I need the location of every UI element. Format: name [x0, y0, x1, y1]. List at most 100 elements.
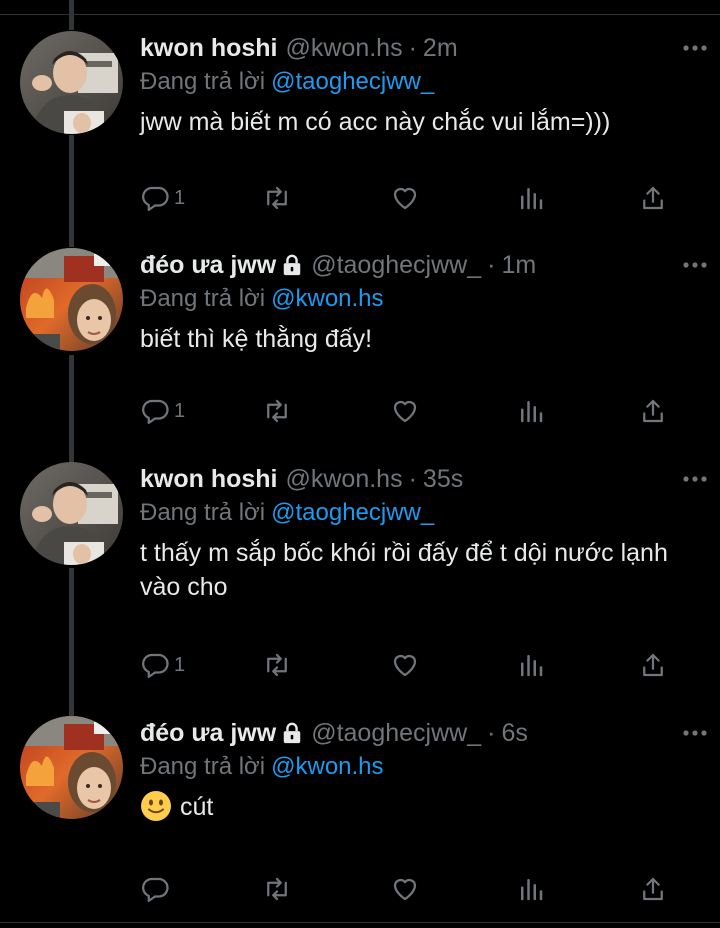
timestamp[interactable]: 2m — [423, 34, 458, 63]
reply-prefix: Đang trả lời — [140, 499, 266, 526]
tweet-text-container: cút — [140, 790, 700, 824]
top-divider — [0, 0, 720, 15]
reply-mention[interactable]: @kwon.hs — [271, 753, 383, 781]
reply-context: Đang trả lời @kwon.hs — [140, 282, 700, 316]
user-handle[interactable]: @taoghecjww_ — [311, 719, 481, 748]
reply-prefix: Đang trả lời — [140, 68, 266, 95]
retweet-icon — [267, 877, 287, 901]
share-icon — [643, 653, 663, 677]
reply-button[interactable]: 1 — [140, 181, 185, 215]
avatar[interactable] — [20, 31, 123, 134]
tweet-actions — [140, 872, 680, 906]
more-options-icon[interactable] — [680, 462, 710, 496]
reply-button[interactable]: 1 — [140, 394, 185, 428]
reply-prefix: Đang trả lời — [140, 753, 266, 780]
retweet-icon — [267, 399, 287, 423]
share-button[interactable] — [638, 181, 668, 215]
thread-connector — [69, 568, 74, 716]
display-name[interactable]: đéo ưa jww — [140, 251, 276, 280]
tweet-header: kwon hoshi @kwon.hs · 35s — [140, 462, 700, 496]
views-button[interactable] — [516, 648, 546, 682]
reply-icon — [142, 877, 169, 902]
tweet-actions: 1 — [140, 394, 680, 428]
more-options-icon[interactable] — [680, 248, 710, 282]
timestamp[interactable]: 6s — [501, 719, 527, 748]
tweet-actions: 1 — [140, 181, 680, 215]
analytics-icon — [521, 401, 543, 423]
reply-mention[interactable]: @taoghecjww_ — [271, 499, 434, 527]
reply-context: Đang trả lời @kwon.hs — [140, 750, 700, 784]
heart-icon — [393, 654, 417, 677]
bottom-divider — [0, 922, 720, 928]
reply-icon — [142, 186, 169, 211]
thread-connector — [69, 0, 74, 30]
analytics-icon — [521, 655, 543, 677]
retweet-button[interactable] — [262, 648, 292, 682]
timestamp[interactable]: 1m — [501, 251, 536, 280]
avatar[interactable] — [20, 716, 123, 819]
retweet-button[interactable] — [262, 181, 292, 215]
reply-prefix: Đang trả lời — [140, 285, 266, 312]
share-icon — [643, 186, 663, 210]
views-button[interactable] — [516, 394, 546, 428]
tweet-text: cút — [180, 793, 214, 821]
display-name[interactable]: kwon hoshi — [140, 465, 278, 494]
like-button[interactable] — [390, 394, 420, 428]
display-name[interactable]: đéo ưa jww — [140, 719, 276, 748]
user-handle[interactable]: @kwon.hs — [286, 465, 403, 494]
reply-context: Đang trả lời @taoghecjww_ — [140, 65, 700, 99]
tweet-header: đéo ưa jww @taoghecjww_ · 1m — [140, 248, 700, 282]
separator-dot: · — [408, 33, 417, 62]
retweet-button[interactable] — [262, 872, 292, 906]
views-button[interactable] — [516, 872, 546, 906]
avatar[interactable] — [20, 248, 123, 351]
reply-button[interactable]: 1 — [140, 648, 185, 682]
display-name[interactable]: kwon hoshi — [140, 34, 278, 63]
slightly-smiling-face-icon — [141, 791, 171, 822]
reply-icon — [142, 653, 169, 678]
analytics-icon — [521, 879, 543, 901]
separator-dot: · — [408, 464, 417, 493]
separator-dot: · — [487, 250, 496, 279]
share-icon — [643, 399, 663, 423]
user-handle[interactable]: @taoghecjww_ — [311, 251, 481, 280]
lock-icon — [283, 254, 301, 276]
share-icon — [643, 877, 663, 901]
like-button[interactable] — [390, 648, 420, 682]
heart-icon — [393, 187, 417, 210]
reply-count: 1 — [174, 186, 186, 209]
more-options-icon[interactable] — [680, 716, 710, 750]
reply-context: Đang trả lời @taoghecjww_ — [140, 496, 700, 530]
like-button[interactable] — [390, 872, 420, 906]
tweet-header: kwon hoshi @kwon.hs · 2m — [140, 31, 700, 65]
reply-count: 1 — [174, 399, 186, 422]
separator-dot: · — [487, 718, 496, 747]
retweet-button[interactable] — [262, 394, 292, 428]
like-button[interactable] — [390, 181, 420, 215]
analytics-icon — [521, 188, 543, 210]
retweet-icon — [267, 653, 287, 677]
tweet-actions: 1 — [140, 648, 680, 682]
reply-button[interactable] — [140, 872, 174, 906]
reply-icon — [142, 399, 169, 424]
share-button[interactable] — [638, 872, 668, 906]
lock-icon — [283, 722, 301, 744]
views-button[interactable] — [516, 181, 546, 215]
tweet-header: đéo ưa jww @taoghecjww_ · 6s — [140, 716, 700, 750]
tweet-text: t thấy m sắp bốc khói rồi đấy để t dội n… — [140, 539, 668, 601]
share-button[interactable] — [638, 648, 668, 682]
tweet-text: jww mà biết m có acc này chắc vui lắm=))… — [140, 108, 611, 136]
reply-mention[interactable]: @kwon.hs — [271, 285, 383, 313]
more-options-icon[interactable] — [680, 31, 710, 65]
timestamp[interactable]: 35s — [423, 465, 463, 494]
thread-connector — [69, 135, 74, 247]
retweet-icon — [267, 186, 287, 210]
heart-icon — [393, 400, 417, 423]
tweet-text: biết thì kệ thằng đấy! — [140, 325, 373, 353]
thread-connector — [69, 355, 74, 463]
reply-count: 1 — [174, 653, 186, 676]
share-button[interactable] — [638, 394, 668, 428]
avatar[interactable] — [20, 462, 123, 565]
reply-mention[interactable]: @taoghecjww_ — [271, 68, 434, 96]
user-handle[interactable]: @kwon.hs — [286, 34, 403, 63]
